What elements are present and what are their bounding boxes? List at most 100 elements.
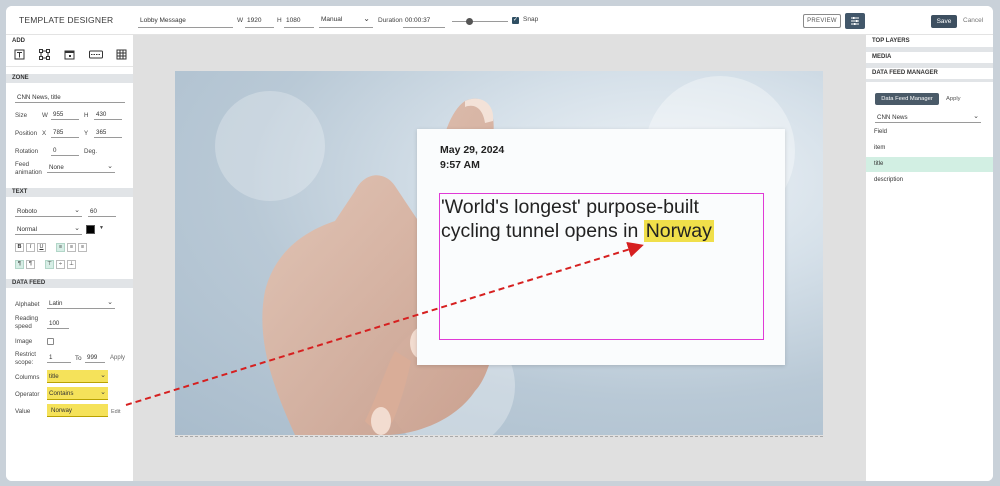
font-weight-select[interactable]: Normal <box>15 224 82 235</box>
position-y-input[interactable]: 365 <box>94 128 122 138</box>
news-date: May 29, 2024 <box>440 144 505 156</box>
app-title: TEMPLATE DESIGNER <box>19 15 114 25</box>
columns-select[interactable]: title <box>47 369 108 383</box>
width-input[interactable] <box>245 14 274 28</box>
properties-panel: ADD ZONE CNN News, title Size W 955 H 43… <box>6 35 133 481</box>
font-size-input[interactable]: 60 <box>88 207 116 217</box>
duration-input[interactable] <box>403 14 445 28</box>
underline-button[interactable]: U <box>37 243 46 252</box>
align-right-button[interactable]: ≡ <box>78 243 87 252</box>
rtl-button[interactable]: ¶ <box>26 260 35 269</box>
media-bar <box>866 63 993 68</box>
rotation-label: Rotation <box>15 148 39 155</box>
image-label: Image <box>15 338 33 345</box>
top-toolbar: TEMPLATE DESIGNER W H Manual Duration Sn… <box>6 6 993 35</box>
text-section-title: TEXT <box>6 188 133 197</box>
italic-button[interactable]: I <box>26 243 35 252</box>
width-label: W <box>237 17 244 24</box>
data-feed-manager-title: DATA FEED MANAGER <box>872 70 938 76</box>
reading-speed-label: Reading speed <box>15 315 39 330</box>
feed-animation-label: Feed animation <box>15 161 42 176</box>
zone-icon[interactable] <box>39 49 50 60</box>
ticker-icon[interactable] <box>89 49 103 60</box>
field-item-description[interactable]: description <box>866 173 993 188</box>
columns-label: Columns <box>15 374 40 381</box>
template-name-input[interactable] <box>138 14 233 28</box>
size-h-input[interactable]: 430 <box>94 110 122 120</box>
position-y-label: Y <box>84 130 89 137</box>
text-color-swatch[interactable] <box>86 225 95 234</box>
feed-source-select[interactable]: CNN News <box>875 112 981 123</box>
operator-label: Operator <box>15 391 40 398</box>
field-list-header: Field <box>874 129 888 135</box>
add-section-title: ADD <box>12 38 25 44</box>
text-icon[interactable] <box>14 49 25 60</box>
valign-middle-button[interactable]: ÷ <box>56 260 65 269</box>
news-time: 9:57 AM <box>440 159 480 171</box>
snap-checkbox[interactable] <box>512 16 519 24</box>
valign-bottom-button[interactable]: ⊥ <box>67 260 76 269</box>
position-x-input[interactable]: 785 <box>51 128 79 138</box>
table-icon[interactable] <box>116 49 127 60</box>
mode-select-value: Manual <box>321 16 343 23</box>
save-button[interactable]: Save <box>931 15 957 28</box>
dfm-bar <box>866 79 993 82</box>
settings-sliders-button[interactable] <box>845 13 865 29</box>
color-dropdown-icon[interactable]: ▼ <box>99 225 104 233</box>
to-label: To <box>75 355 82 362</box>
design-canvas[interactable]: May 29, 2024 9:57 AM 'World's longest' p… <box>175 71 823 435</box>
zone-section-title: ZONE <box>6 74 133 83</box>
height-input[interactable] <box>284 14 314 28</box>
field-item-item[interactable]: item <box>866 141 993 156</box>
position-x-label: X <box>42 130 47 137</box>
alphabet-select[interactable]: Latin <box>47 298 115 309</box>
cancel-button[interactable]: Cancel <box>963 17 983 24</box>
media-title[interactable]: MEDIA <box>866 53 993 62</box>
news-date-time: May 29, 2024 9:57 AM <box>440 143 504 173</box>
size-w-input[interactable]: 955 <box>51 110 79 120</box>
rotation-input[interactable]: 0 <box>51 146 79 156</box>
calendar-icon[interactable] <box>64 49 75 60</box>
align-left-button[interactable]: ≡ <box>56 243 65 252</box>
operator-select[interactable]: Contains <box>47 386 108 400</box>
mode-select[interactable]: Manual <box>319 14 373 28</box>
news-title-zone[interactable]: 'World's longest' purpose-built cycling … <box>439 193 764 340</box>
news-headline-highlight: Norway <box>643 220 714 242</box>
restrict-apply-button[interactable]: Apply <box>110 355 125 361</box>
news-card: May 29, 2024 9:57 AM 'World's longest' p… <box>417 129 785 365</box>
deg-label: Deg. <box>84 148 98 155</box>
image-checkbox[interactable] <box>47 338 54 345</box>
alphabet-label: Alphabet <box>15 301 40 308</box>
reading-speed-input[interactable]: 100 <box>47 319 69 329</box>
tab-apply[interactable]: Apply <box>946 96 961 102</box>
sliders-icon <box>851 17 859 25</box>
divider <box>6 66 133 67</box>
preview-button[interactable]: PREVIEW <box>803 14 841 28</box>
font-family-select[interactable]: Roboto <box>15 206 82 217</box>
canvas-bottom-guide <box>175 436 823 437</box>
ltr-button[interactable]: ¶ <box>15 260 24 269</box>
news-headline: 'World's longest' purpose-built cycling … <box>440 194 763 243</box>
bold-button[interactable]: B <box>15 243 24 252</box>
duration-slider-handle[interactable] <box>466 18 473 25</box>
restrict-to-input[interactable]: 999 <box>85 353 105 363</box>
top-layers-title[interactable]: TOP LAYERS <box>866 37 993 46</box>
feed-animation-select[interactable]: None <box>47 162 115 173</box>
zone-name-input[interactable]: CNN News, title <box>15 93 125 103</box>
field-item-title[interactable]: title <box>866 157 993 172</box>
valign-top-button[interactable]: ⊤ <box>45 260 54 269</box>
restrict-from-input[interactable]: 1 <box>47 353 71 363</box>
data-feed-section-title: DATA FEED <box>6 279 133 288</box>
tab-data-feed-manager[interactable]: Data Feed Manager <box>875 93 939 105</box>
align-center-button[interactable]: ≡ <box>67 243 76 252</box>
size-w-label: W <box>42 112 48 119</box>
height-label: H <box>277 17 282 24</box>
value-input[interactable]: Norway <box>47 404 108 417</box>
snap-label: Snap <box>523 16 539 23</box>
top-layers-bar <box>866 47 993 52</box>
app-window: TEMPLATE DESIGNER W H Manual Duration Sn… <box>6 6 993 481</box>
value-edit-button[interactable]: Edit <box>111 409 120 415</box>
value-label: Value <box>15 408 31 415</box>
duration-slider-track[interactable] <box>452 21 508 22</box>
position-label: Position <box>15 130 38 137</box>
